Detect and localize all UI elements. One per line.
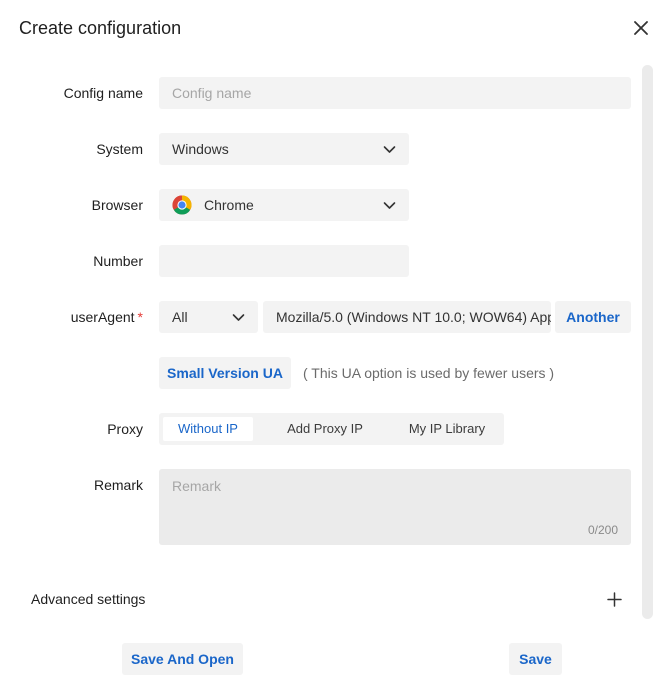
chevron-down-icon xyxy=(383,145,396,153)
config-name-label: Config name xyxy=(63,85,143,101)
proxy-segmented-control: Without IP Add Proxy IP My IP Library xyxy=(159,413,504,445)
proxy-option-add-proxy-ip[interactable]: Add Proxy IP xyxy=(275,417,375,441)
chevron-down-icon xyxy=(383,201,396,209)
chrome-icon xyxy=(172,195,192,215)
another-ua-button[interactable]: Another xyxy=(555,301,631,333)
remark-placeholder: Remark xyxy=(172,478,222,494)
system-select-value: Windows xyxy=(172,141,229,157)
proxy-label: Proxy xyxy=(107,421,143,437)
remark-textarea[interactable]: Remark 0/200 xyxy=(159,469,631,545)
remark-char-counter: 0/200 xyxy=(587,523,618,537)
save-and-open-button[interactable]: Save And Open xyxy=(122,643,243,675)
scrollbar[interactable] xyxy=(642,65,653,619)
create-configuration-dialog: Create configuration Config name Config … xyxy=(0,0,668,679)
browser-select[interactable]: Chrome xyxy=(159,189,409,221)
close-icon[interactable] xyxy=(632,19,650,37)
number-input[interactable] xyxy=(159,245,409,277)
required-mark: * xyxy=(137,309,143,325)
user-agent-filter-value: All xyxy=(172,309,188,325)
user-agent-filter-select[interactable]: All xyxy=(159,301,258,333)
proxy-option-my-ip-library[interactable]: My IP Library xyxy=(397,417,497,441)
browser-select-value: Chrome xyxy=(204,197,254,213)
user-agent-label: userAgent * xyxy=(18,309,143,325)
remark-label: Remark xyxy=(93,477,143,493)
config-name-input[interactable]: Config name xyxy=(159,77,631,109)
user-agent-input[interactable]: Mozilla/5.0 (Windows NT 10.0; WOW64) App… xyxy=(263,301,551,333)
small-version-ua-button[interactable]: Small Version UA xyxy=(159,357,291,389)
browser-label: Browser xyxy=(91,197,143,213)
system-select[interactable]: Windows xyxy=(159,133,409,165)
chevron-down-icon xyxy=(232,313,245,321)
advanced-settings-label[interactable]: Advanced settings xyxy=(31,591,145,607)
system-label: System xyxy=(96,141,143,157)
save-button[interactable]: Save xyxy=(509,643,562,675)
plus-icon[interactable] xyxy=(607,592,622,607)
small-version-hint: ( This UA option is used by fewer users … xyxy=(303,365,555,381)
user-agent-label-text: userAgent xyxy=(70,309,135,325)
dialog-title: Create configuration xyxy=(19,18,182,38)
number-label: Number xyxy=(93,253,143,269)
proxy-option-without-ip[interactable]: Without IP xyxy=(163,417,253,441)
